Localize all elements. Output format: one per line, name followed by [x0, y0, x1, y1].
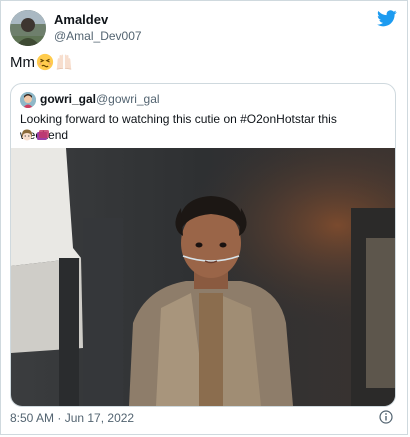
twitter-bird-icon[interactable]: [377, 10, 397, 27]
raised-hands-emoji: [56, 54, 72, 70]
author-avatar[interactable]: [10, 10, 46, 46]
quoted-author-handle[interactable]: @gowri_gal: [96, 92, 160, 106]
quoted-author-name[interactable]: gowri_gal: [40, 92, 96, 106]
purple-bag-emoji: [37, 130, 49, 140]
embedded-tweet[interactable]: Amaldev @Amal_Dev007 Mm gowri_gal @gowri…: [0, 0, 408, 435]
tweet-timestamp[interactable]: 8:50 AM · Jun 17, 2022: [10, 411, 134, 425]
author-name[interactable]: Amaldev: [54, 12, 108, 27]
quoted-tweet-photo[interactable]: [11, 148, 395, 406]
quoted-emojis: [20, 128, 49, 142]
tweet-text-content: Mm: [10, 53, 35, 71]
persevering-face-emoji: [36, 53, 54, 71]
tweet-text: Mm: [10, 53, 73, 71]
quoted-author-avatar[interactable]: [20, 92, 36, 108]
quoted-tweet-text: Looking forward to watching this cutie o…: [20, 112, 337, 142]
woman-face-emoji: [22, 129, 32, 141]
quoted-tweet[interactable]: gowri_gal @gowri_gal Looking forward to …: [10, 83, 396, 407]
info-icon[interactable]: [379, 410, 393, 424]
author-handle[interactable]: @Amal_Dev007: [54, 29, 142, 43]
